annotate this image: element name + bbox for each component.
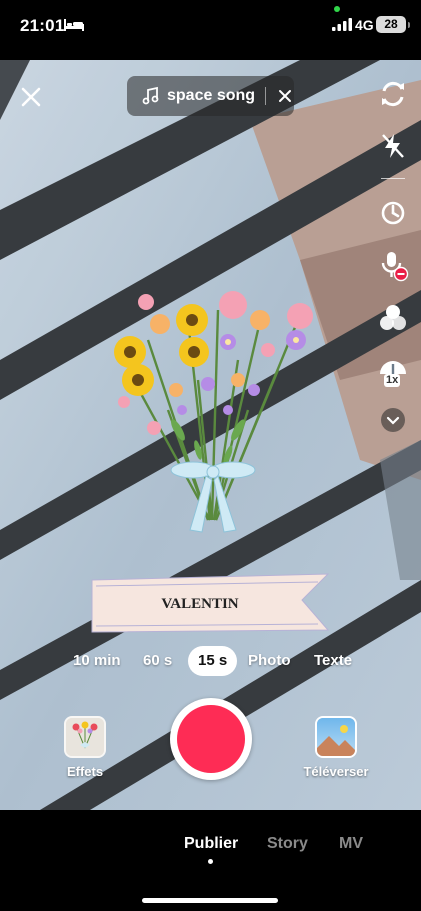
mode-tabs: Publier Story MV bbox=[0, 810, 421, 911]
active-tab-indicator bbox=[208, 859, 213, 864]
add-sound-button[interactable]: space song bbox=[127, 76, 294, 116]
timer-button[interactable] bbox=[373, 192, 413, 232]
divider bbox=[265, 87, 267, 105]
flash-off-icon bbox=[382, 134, 404, 158]
duration-10min[interactable]: 10 min bbox=[73, 646, 121, 676]
tab-publier[interactable]: Publier bbox=[184, 835, 238, 853]
timer-icon bbox=[381, 201, 405, 225]
effects-button[interactable] bbox=[64, 716, 106, 758]
status-bar: 21:01 4G 28 bbox=[0, 0, 421, 56]
more-chevron-icon bbox=[381, 408, 405, 432]
duration-photo[interactable]: Photo bbox=[248, 646, 291, 676]
status-time: 21:01 bbox=[20, 16, 65, 35]
flash-button[interactable] bbox=[373, 126, 413, 166]
toolbar-divider bbox=[381, 178, 405, 179]
speed-badge: 1x bbox=[384, 374, 401, 387]
duration-60s[interactable]: 60 s bbox=[143, 646, 172, 676]
tab-story[interactable]: Story bbox=[267, 835, 308, 853]
record-button-core bbox=[177, 705, 245, 773]
duration-15s[interactable]: 15 s bbox=[188, 646, 238, 676]
valentine-sticker[interactable]: VALENTIN bbox=[88, 280, 338, 640]
signal-icon bbox=[332, 18, 352, 31]
upload-button[interactable] bbox=[315, 716, 357, 758]
music-note-icon bbox=[142, 86, 159, 105]
valentin-banner: VALENTIN bbox=[91, 573, 330, 633]
flip-camera-icon bbox=[382, 81, 404, 107]
beauty-filter-icon bbox=[380, 305, 406, 330]
more-tools-button[interactable] bbox=[373, 400, 413, 440]
camera-toolbar: 1x bbox=[373, 0, 413, 911]
close-icon[interactable] bbox=[18, 84, 44, 110]
upload-label: Téléverser bbox=[303, 764, 369, 779]
duration-text[interactable]: Texte bbox=[314, 646, 352, 676]
home-indicator[interactable] bbox=[142, 898, 278, 903]
tab-mv[interactable]: MV bbox=[339, 835, 363, 853]
speed-button[interactable]: 1x bbox=[373, 352, 413, 392]
network-type: 4G bbox=[355, 17, 374, 33]
flip-camera-button[interactable] bbox=[373, 74, 413, 114]
sound-title: space song bbox=[167, 87, 256, 104]
effects-label: Effets bbox=[66, 764, 104, 779]
remove-sound-icon[interactable] bbox=[278, 89, 292, 103]
privacy-indicator bbox=[334, 6, 340, 12]
record-button[interactable] bbox=[170, 698, 252, 780]
beauty-button[interactable] bbox=[373, 298, 413, 338]
duration-selector: 10 min 60 s 15 s Photo Texte bbox=[0, 646, 421, 676]
bed-icon bbox=[64, 19, 84, 31]
effects-thumbnail-icon bbox=[66, 718, 104, 756]
microphone-muted-icon bbox=[381, 252, 409, 282]
banner-text: VALENTIN bbox=[161, 596, 238, 612]
gallery-icon bbox=[317, 718, 355, 756]
microphone-button[interactable] bbox=[373, 246, 413, 286]
